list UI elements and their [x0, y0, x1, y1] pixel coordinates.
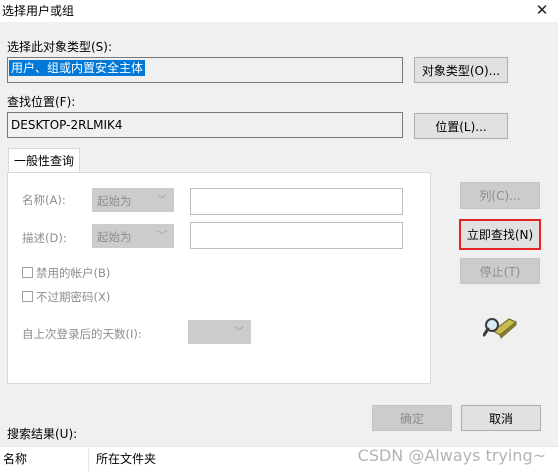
location-label: 查找位置(F): — [7, 95, 76, 109]
window-title: 选择用户或组 — [2, 4, 75, 18]
tab-general-query[interactable]: 一般性查询 — [8, 148, 80, 174]
search-people-icon — [482, 313, 519, 339]
chevron-down-icon: ﹀ — [157, 231, 167, 242]
location-field[interactable]: DESKTOP-2RLMIK4 — [7, 112, 403, 138]
stop-button[interactable]: 停止(T) — [460, 258, 540, 284]
object-type-label: 选择此对象类型(S): — [7, 40, 113, 54]
close-button[interactable]: ✕ — [532, 0, 552, 21]
column-divider — [88, 449, 89, 471]
name-mode-value: 起始为 — [97, 194, 132, 208]
title-bar — [0, 0, 558, 22]
object-type-value: 用户、组或内置安全主体 — [9, 60, 146, 76]
days-since-login-select[interactable]: ﹀ — [188, 320, 251, 344]
name-input[interactable] — [190, 188, 403, 215]
description-mode-select[interactable]: 起始为 ﹀ — [92, 224, 174, 248]
no-expire-password-checkbox[interactable] — [22, 291, 33, 302]
search-results-label: 搜索结果(U): — [7, 427, 78, 441]
no-expire-password-label: 不过期密码(X) — [36, 290, 111, 304]
find-now-button[interactable]: 立即查找(N) — [459, 219, 541, 250]
object-type-field[interactable]: 用户、组或内置安全主体 — [7, 57, 403, 83]
cancel-button[interactable]: 取消 — [461, 405, 541, 431]
description-label: 描述(D): — [22, 231, 67, 245]
column-header-name[interactable]: 名称 — [3, 450, 27, 467]
disabled-accounts-label: 禁用的帐户(B) — [36, 266, 111, 280]
column-header-folder[interactable]: 所在文件夹 — [96, 450, 156, 467]
chevron-down-icon: ﹀ — [234, 327, 244, 338]
ok-button[interactable]: 确定 — [372, 405, 452, 431]
description-input[interactable] — [190, 222, 403, 249]
object-types-button[interactable]: 对象类型(O)... — [414, 57, 508, 83]
columns-button[interactable]: 列(C)... — [460, 182, 540, 209]
name-label: 名称(A): — [22, 193, 66, 207]
chevron-down-icon: ﹀ — [157, 195, 167, 206]
disabled-accounts-checkbox[interactable] — [22, 267, 33, 278]
description-mode-value: 起始为 — [97, 230, 132, 244]
watermark: CSDN @Always trying~ — [357, 446, 546, 465]
days-since-login-label: 自上次登录后的天数(I): — [22, 327, 142, 341]
name-mode-select[interactable]: 起始为 ﹀ — [92, 188, 174, 212]
locations-button[interactable]: 位置(L)... — [414, 113, 508, 139]
